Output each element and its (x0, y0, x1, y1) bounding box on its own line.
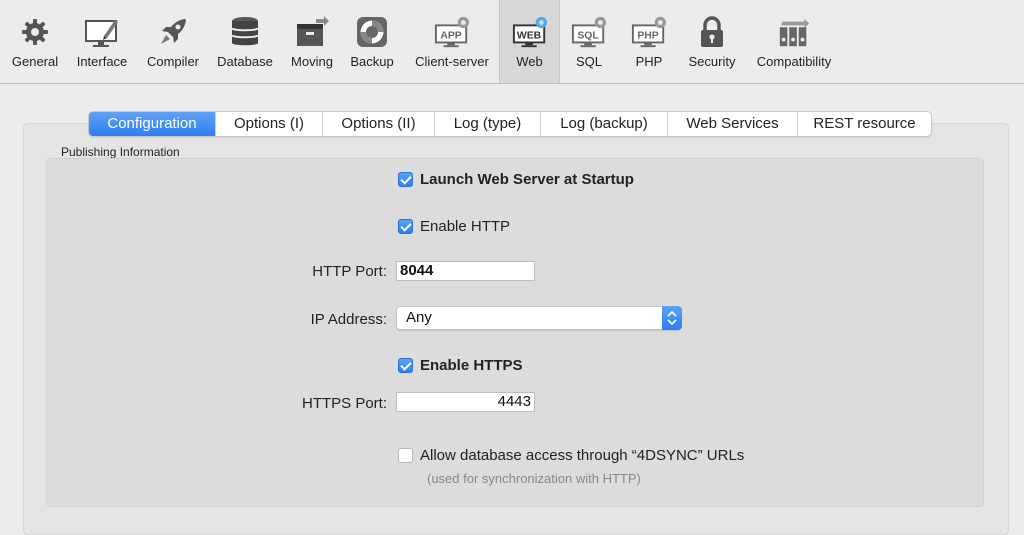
toolbar-item-interface[interactable]: Interface (70, 0, 134, 83)
gear-icon (17, 14, 53, 50)
web-badge-text: WEB (516, 31, 541, 42)
toolbar-item-general[interactable]: General (0, 0, 70, 83)
lifebuoy-icon (354, 14, 390, 50)
toolbar-item-php[interactable]: PHP PHP (622, 0, 676, 83)
preferences-toolbar: General Interface Compiler Database Movi… (0, 0, 1024, 84)
toolbar-item-label: Database (217, 54, 273, 69)
app-server-icon: APP (434, 14, 470, 50)
http-port-label: HTTP Port: (312, 263, 387, 280)
toolbar-item-sql[interactable]: SQL SQL (562, 0, 616, 83)
enable-https-checkbox[interactable] (398, 358, 413, 373)
https-port-label: HTTPS Port: (301, 395, 387, 412)
toolbar-item-label: General (11, 54, 59, 69)
toolbar-item-label: SQL (575, 54, 602, 69)
tab-options-1[interactable]: Options (I) (215, 112, 322, 136)
toolbar-item-label: PHP (635, 54, 663, 69)
lock-icon (694, 14, 730, 50)
toolbar-item-moving[interactable]: Moving (284, 0, 340, 83)
toolbar-item-security[interactable]: Security (682, 0, 742, 83)
allow-4dsync-note: (used for synchronization with HTTP) (427, 471, 641, 486)
toolbar-item-label: Security (688, 54, 736, 69)
php-badge-text: PHP (637, 31, 658, 42)
php-icon: PHP (631, 14, 667, 50)
toolbar-item-label: Moving (291, 54, 333, 69)
enable-http-label[interactable]: Enable HTTP (420, 218, 510, 235)
https-port-input[interactable]: 4443 (396, 392, 535, 412)
tab-options-2[interactable]: Options (II) (322, 112, 434, 136)
rocket-icon (155, 14, 191, 50)
toolbar-item-compiler[interactable]: Compiler (140, 0, 206, 83)
tab-log-type[interactable]: Log (type) (434, 112, 540, 136)
toolbar-item-label: Compatibility (756, 54, 832, 69)
sql-badge-text: SQL (577, 31, 599, 42)
allow-4dsync-checkbox[interactable] (398, 448, 413, 463)
toolbar-item-label: Compiler (146, 54, 199, 69)
ip-address-select[interactable]: Any (396, 306, 682, 330)
toolbar-item-client-server[interactable]: APP Client-server (406, 0, 498, 83)
toolbar-item-compatibility[interactable]: Compatibility (748, 0, 840, 83)
toolbar-item-web[interactable]: WEB Web (499, 0, 560, 83)
tab-bar: Configuration Options (I) Options (II) L… (88, 111, 932, 137)
web-icon: WEB (512, 14, 548, 50)
toolbar-item-database[interactable]: Database (212, 0, 278, 83)
app-badge-text: APP (440, 31, 461, 42)
launch-at-startup-label[interactable]: Launch Web Server at Startup (420, 171, 634, 188)
tab-web-services[interactable]: Web Services (667, 112, 797, 136)
chevron-updown-icon (662, 306, 682, 330)
interface-icon (84, 14, 120, 50)
group-title: Publishing Information (61, 145, 180, 159)
toolbar-item-backup[interactable]: Backup (344, 0, 400, 83)
launch-at-startup-checkbox[interactable] (398, 172, 413, 187)
database-icon (227, 14, 263, 50)
enable-https-label[interactable]: Enable HTTPS (420, 357, 523, 374)
toolbar-item-label: Web (516, 54, 543, 69)
allow-4dsync-label[interactable]: Allow database access through “4DSYNC” U… (420, 447, 744, 464)
toolbar-item-label: Backup (350, 54, 394, 69)
toolbar-item-label: Interface (76, 54, 128, 69)
tab-configuration[interactable]: Configuration (89, 112, 215, 136)
ip-address-value: Any (406, 309, 432, 326)
enable-http-checkbox[interactable] (398, 219, 413, 234)
tab-log-backup[interactable]: Log (backup) (540, 112, 667, 136)
moving-box-icon (294, 14, 330, 50)
http-port-input[interactable]: 8044 (396, 261, 535, 281)
tab-rest-resource[interactable]: REST resource (797, 112, 931, 136)
ip-address-label: IP Address: (310, 311, 387, 328)
sql-icon: SQL (571, 14, 607, 50)
compatibility-icon (776, 14, 812, 50)
toolbar-item-label: Client-server (415, 54, 489, 69)
